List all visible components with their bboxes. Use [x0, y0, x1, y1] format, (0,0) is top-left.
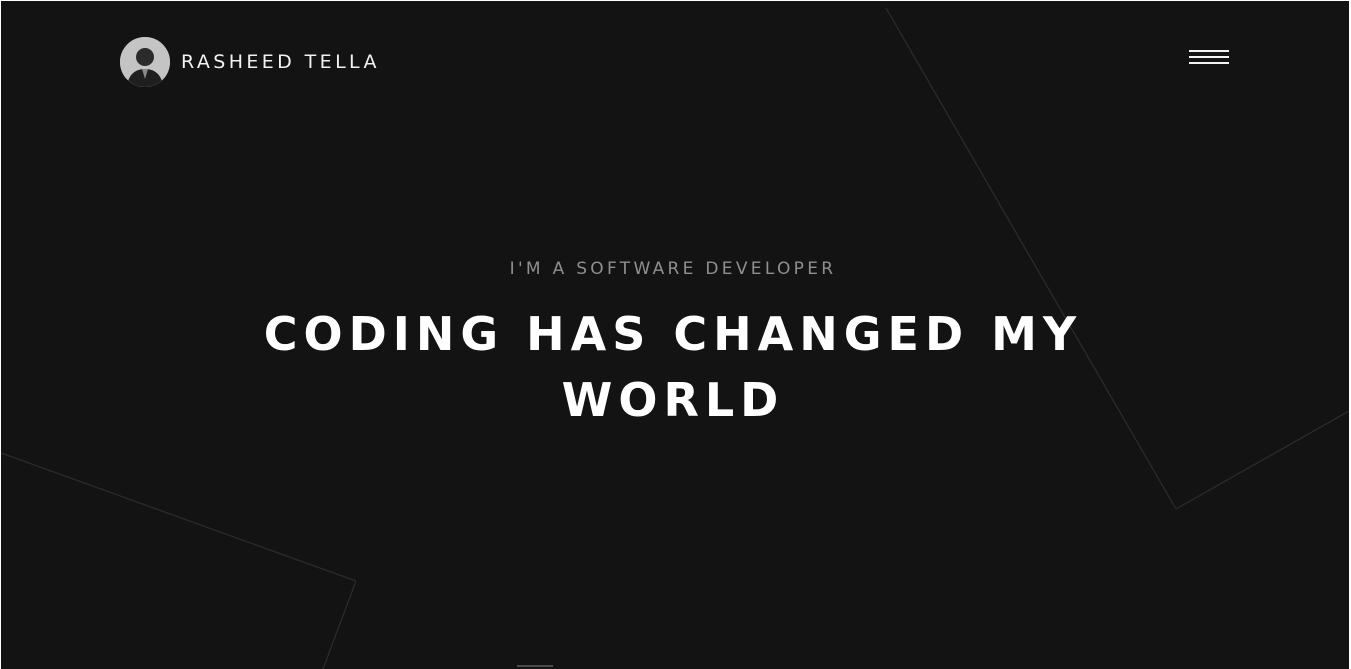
brand-name: RASHEED TELLA [181, 51, 380, 73]
decor-line [322, 580, 357, 669]
decor-line [1, 452, 357, 582]
hamburger-menu-icon [1189, 56, 1229, 58]
hero-section: RASHEED TELLA I'M A SOFTWARE DEVELOPER C… [1, 1, 1349, 669]
menu-toggle-button[interactable] [1189, 48, 1231, 70]
scroll-indicator[interactable] [517, 665, 553, 667]
avatar [120, 37, 170, 87]
profile-photo-icon [120, 37, 170, 87]
hero-content: I'M A SOFTWARE DEVELOPER CODING HAS CHAN… [121, 257, 1225, 433]
hamburger-menu-icon [1189, 62, 1229, 64]
hero-title: CODING HAS CHANGED MY WORLD [263, 307, 1083, 427]
site-brand-link[interactable]: RASHEED TELLA [120, 37, 380, 87]
hamburger-menu-icon [1189, 50, 1229, 52]
hero-subtitle: I'M A SOFTWARE DEVELOPER [509, 259, 837, 279]
